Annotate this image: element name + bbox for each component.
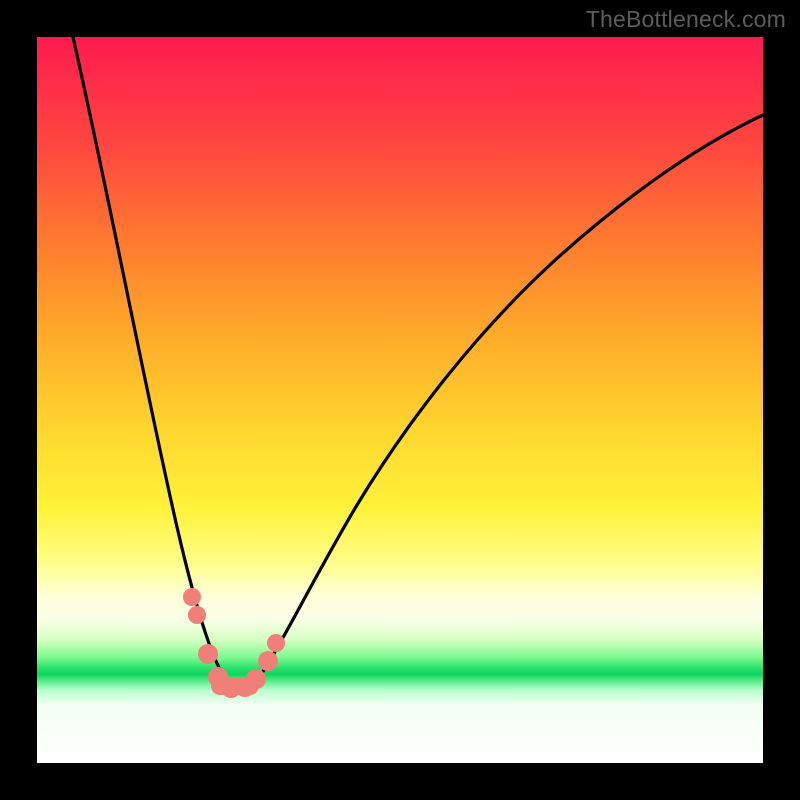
bottleneck-curve (73, 37, 763, 689)
chart-svg (37, 37, 763, 763)
chart-frame: TheBottleneck.com (0, 0, 800, 800)
watermark-text: TheBottleneck.com (586, 6, 786, 33)
